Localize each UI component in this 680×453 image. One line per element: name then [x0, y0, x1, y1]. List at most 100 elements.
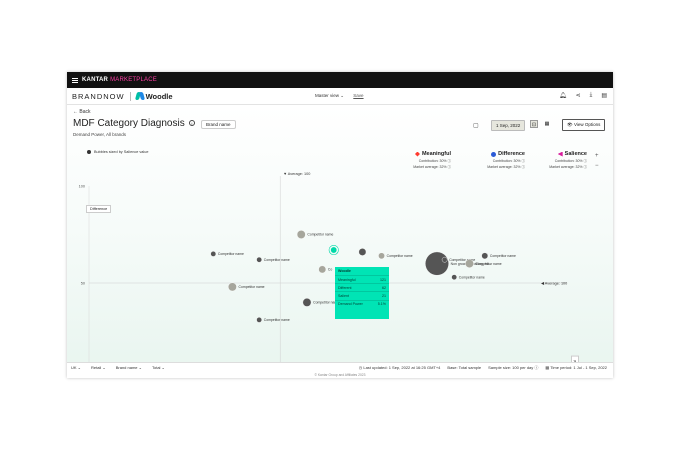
back-link[interactable]: ← Back: [73, 109, 91, 115]
app-header: BRANDNOW Woodle Master view ⌄ Save 🔔︎ ⋖ …: [67, 88, 613, 105]
app-window: KANTAR MARKETPLACE BRANDNOW Woodle Maste…: [67, 72, 613, 378]
data-point: [451, 274, 457, 280]
kantar-topbar: KANTAR MARKETPLACE: [67, 72, 613, 88]
info-icon[interactable]: i: [189, 120, 195, 126]
y-tick-label: 100: [79, 184, 85, 188]
last-updated-text: Last updated: 1 Sep, 2022 at 16:25 GMT+4: [363, 365, 441, 370]
chart-view-toggle-icon[interactable]: ⊡: [530, 120, 538, 128]
tooltip-value: 5.1%: [377, 302, 386, 307]
share-icon[interactable]: ⋖: [576, 92, 581, 99]
data-point-label: Competitor name: [264, 318, 290, 322]
legend-title: Salience: [564, 151, 587, 157]
legend-difference: Difference Contribution: 30% ⓘ Market av…: [487, 151, 525, 169]
data-point-label: Competitor name: [239, 285, 265, 289]
master-view-dropdown[interactable]: Master view ⌄: [315, 93, 344, 98]
channel-filter[interactable]: Retail ⌄: [91, 365, 106, 370]
header-actions: 🔔︎ ⋖ ⤓ ▤: [559, 92, 607, 99]
table-view-toggle-icon[interactable]: ▦: [543, 120, 551, 128]
data-point-label: Co: [328, 268, 332, 272]
circle-icon: [491, 151, 497, 157]
legend-contribution: Contribution: 30%: [418, 158, 447, 163]
tooltip-value: 21: [382, 293, 386, 298]
total-filter[interactable]: Total ⌄: [152, 365, 165, 370]
legend-salience: Salience Contribution: 30% ⓘ Market aver…: [549, 151, 587, 169]
brand-filter[interactable]: Brand name ⌄: [116, 365, 142, 370]
zoom-in-button[interactable]: +: [595, 151, 599, 161]
tooltip-value: 121: [380, 277, 386, 282]
diamond-icon: [414, 151, 420, 157]
legend-contribution: Contribution: 30%: [492, 158, 521, 163]
average-x-label: ▼ Average: 100: [283, 172, 310, 176]
save-link[interactable]: Save: [353, 93, 363, 98]
bubble-size-note: Bubbles sized by Salience value: [87, 150, 148, 154]
bell-icon[interactable]: 🔔︎: [559, 92, 567, 99]
woodle-logo-icon: [136, 92, 144, 100]
footer-meta: ◷ Last updated: 1 Sep, 2022 at 16:25 GMT…: [359, 365, 607, 371]
time-period-text: Time period: 1 Jul - 1 Sep, 2022: [550, 365, 607, 370]
marketplace-logo: MARKETPLACE: [110, 77, 157, 83]
divider: [129, 91, 131, 101]
data-point: [228, 282, 237, 292]
legend-market-average: Market average: 32%: [549, 165, 583, 169]
bubble-note-text: Bubbles sized by Salience value: [94, 150, 149, 154]
data-point: [378, 252, 385, 260]
legend-meaningful: Meaningful Contribution: 30% ⓘ Market av…: [413, 151, 451, 169]
data-point: [302, 298, 312, 307]
data-point: [210, 251, 217, 257]
tooltip-label: Meaningful: [338, 277, 356, 282]
data-point-label: Competitor name: [218, 252, 244, 256]
view-selector: Master view ⌄ Save: [315, 93, 364, 99]
data-point-label: Competitor name: [490, 254, 516, 258]
download-icon[interactable]: ⤓: [590, 92, 593, 99]
book-icon[interactable]: ▤: [601, 92, 607, 99]
brand-filter-pill[interactable]: Brand name: [201, 120, 236, 129]
view-options-label: View Options: [573, 122, 601, 127]
average-y-label: ◀ Average: 100: [541, 282, 567, 286]
comment-icon[interactable]: ▢: [473, 122, 479, 129]
view-options-button[interactable]: 👁︎ View Options: [562, 119, 606, 131]
hamburger-menu-icon[interactable]: [72, 77, 78, 83]
footer-bar: UK ⌄ Retail ⌄ Brand name ⌄ Total ⌄ ◷ Las…: [67, 362, 613, 378]
zoom-out-button[interactable]: −: [595, 161, 599, 171]
y-tick-label: 50: [81, 281, 85, 285]
data-point: [256, 256, 262, 263]
tooltip-value: 62: [382, 285, 386, 290]
footer-filters: UK ⌄ Retail ⌄ Brand name ⌄ Total ⌄: [71, 365, 165, 370]
main-content: ▼ Average: 100◀ Average: 100100500050100…: [67, 106, 613, 378]
legend-market-average: Market average: 32%: [487, 165, 521, 169]
y-axis-label: Difference: [86, 205, 112, 213]
scatter-chart: ▼ Average: 100◀ Average: 100100500050100…: [79, 172, 567, 378]
time-period[interactable]: ▦ Time period: 1 Jul - 1 Sep, 2022: [545, 365, 607, 371]
sample-size-text: Sample size: 100 per day ⓘ: [488, 365, 539, 370]
clock-icon: ◷: [358, 365, 363, 370]
tooltip-row: Demand Power 5.1%: [335, 299, 389, 308]
tooltip-title: Woodle: [338, 269, 351, 273]
date-picker[interactable]: 1 Sep, 2022: [491, 120, 526, 131]
zoom-controls: + −: [595, 151, 599, 171]
brandnow-logo[interactable]: BRANDNOW: [72, 92, 125, 101]
legend-title: Difference: [498, 151, 525, 157]
kantar-logo: KANTAR: [82, 77, 109, 83]
tooltip-row: Salient 21: [335, 291, 389, 299]
page-title: MDF Category Diagnosis: [73, 118, 185, 129]
data-point: [358, 248, 367, 256]
last-updated: ◷ Last updated: 1 Sep, 2022 at 16:25 GMT…: [359, 365, 441, 371]
brand-name: Woodle: [145, 91, 173, 101]
legend-title: Meaningful: [421, 151, 451, 157]
bubble-dot-icon: [87, 150, 91, 154]
data-point-label: Competitor name: [476, 262, 502, 266]
data-point-label: Competitor name: [459, 275, 485, 279]
tooltip-label: Demand Power: [338, 302, 363, 307]
calendar-icon: ▦: [545, 365, 550, 370]
data-point-label: Competitor name: [387, 254, 413, 258]
woodle-tooltip: Woodle Meaningful 121 Different 62 Salient…: [335, 267, 389, 319]
market-filter[interactable]: UK ⌄: [71, 365, 81, 370]
data-point: [425, 251, 449, 276]
tooltip-row: Meaningful 121: [335, 275, 389, 283]
legend-contribution: Contribution: 30%: [554, 158, 583, 163]
triangle-icon: [557, 151, 563, 157]
legend-market-average: Market average: 32%: [413, 165, 447, 169]
data-point: [481, 252, 489, 260]
data-point: [296, 230, 306, 239]
data-point: [441, 256, 448, 263]
